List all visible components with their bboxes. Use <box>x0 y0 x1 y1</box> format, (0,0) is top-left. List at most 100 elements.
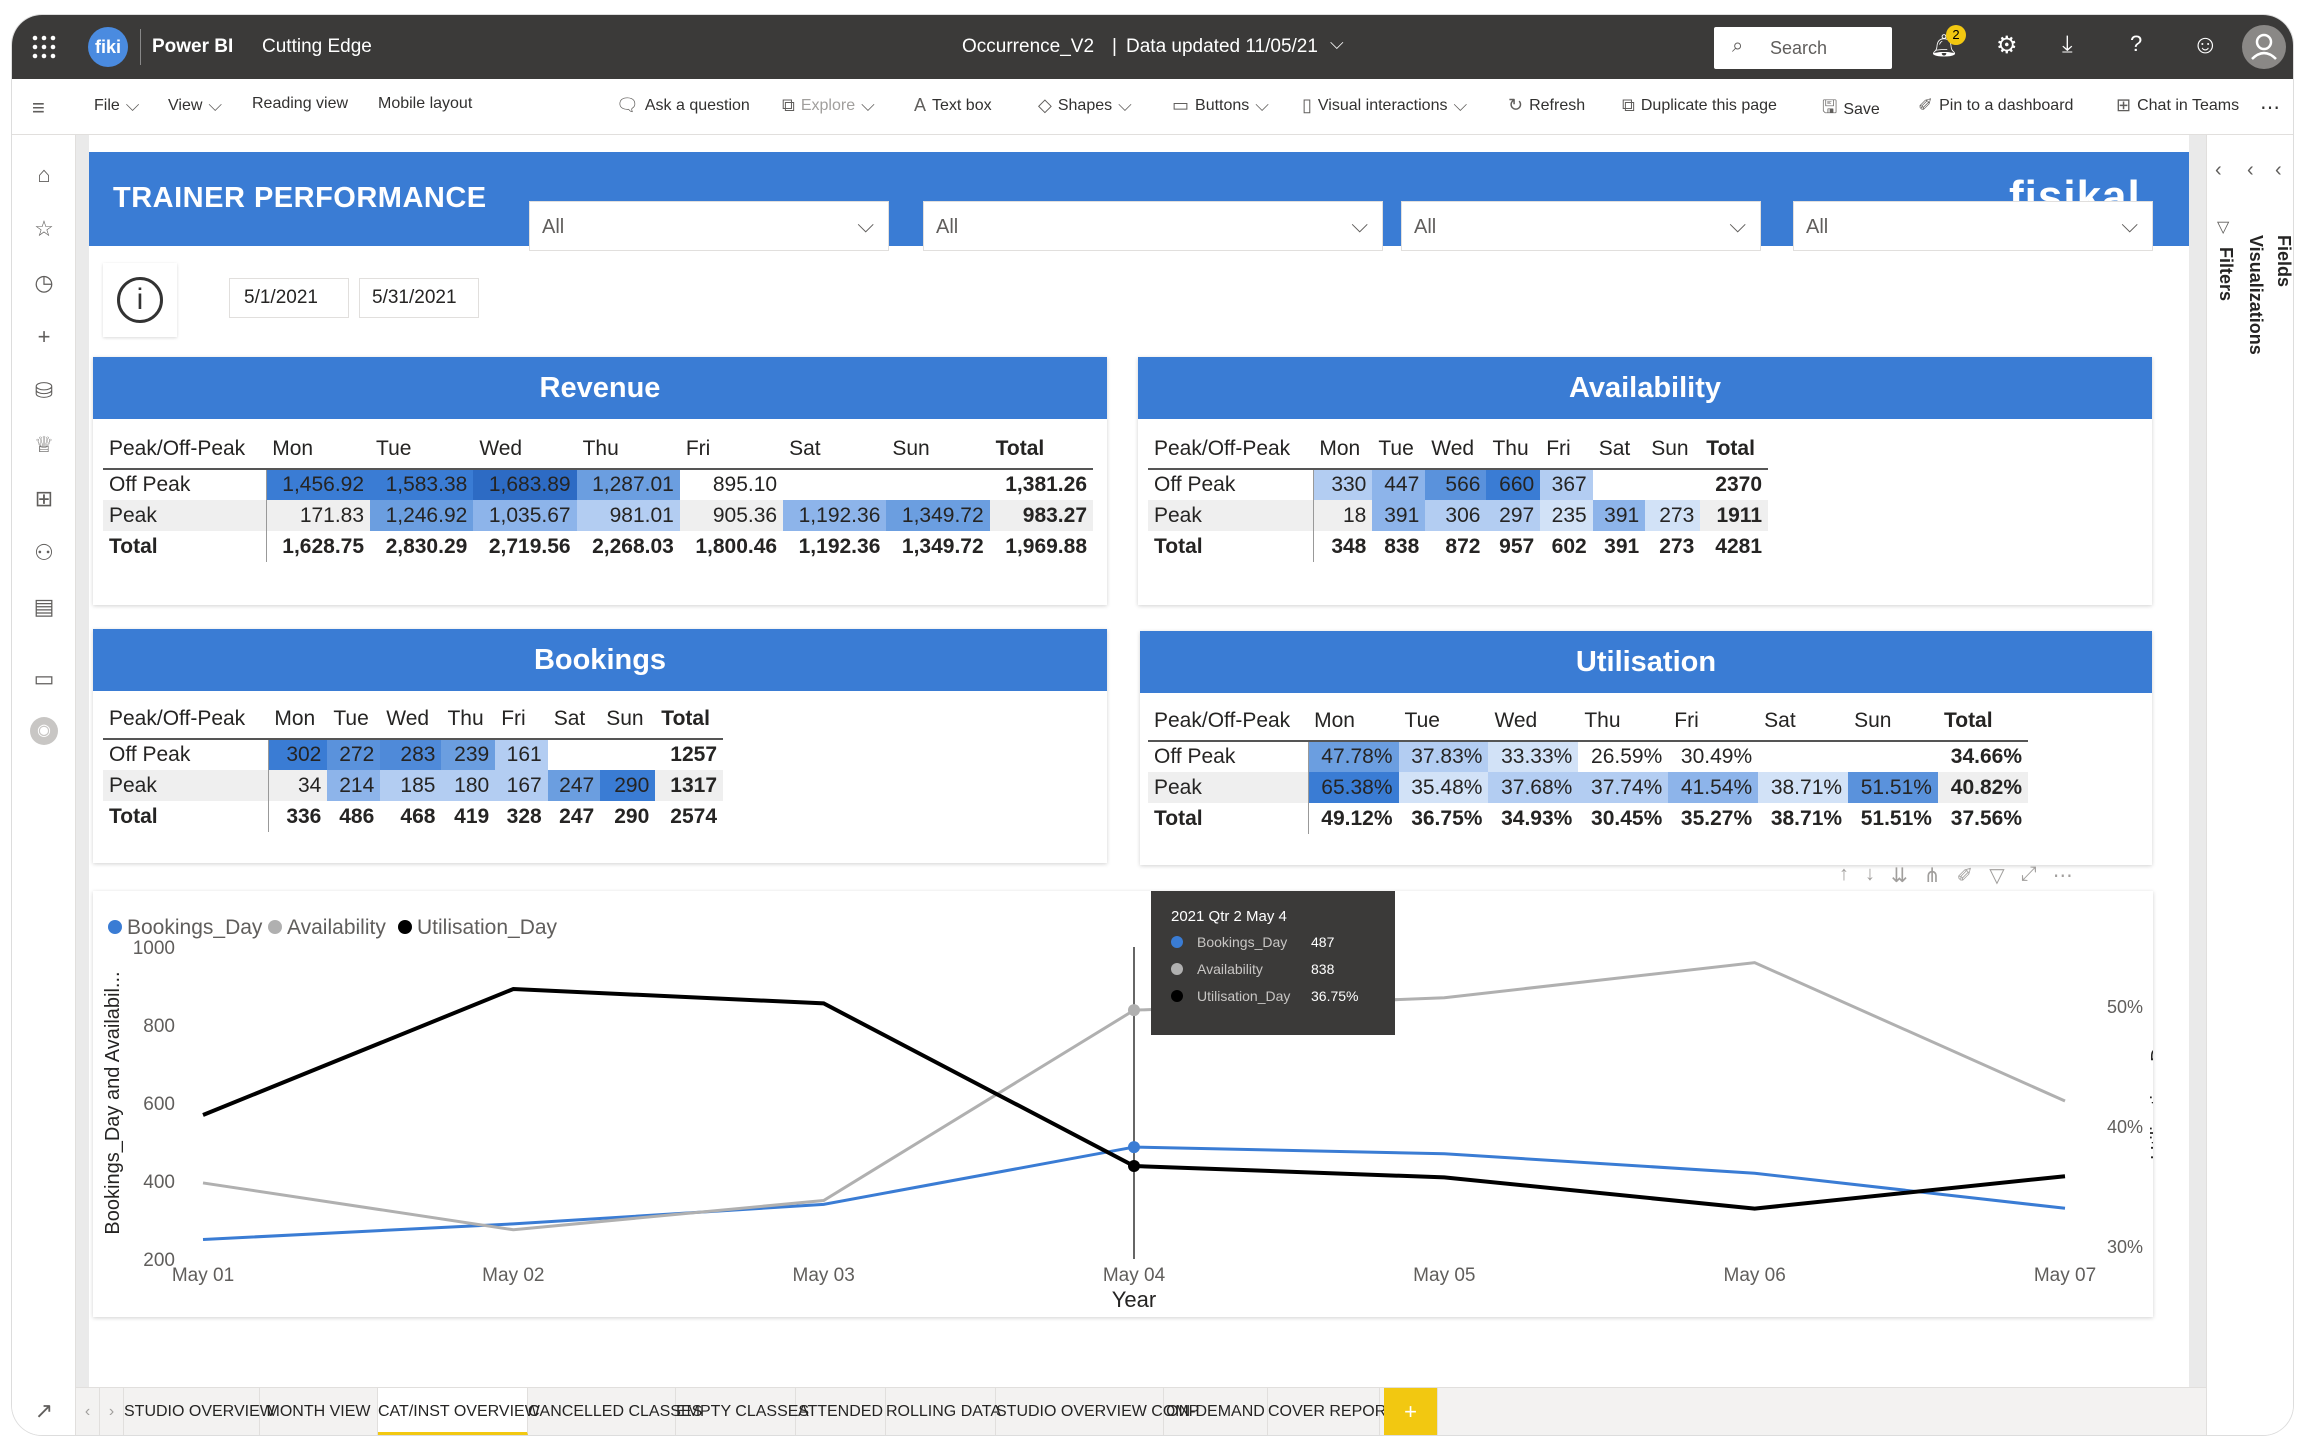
column-header[interactable]: Fri <box>1668 701 1759 742</box>
column-header[interactable]: Mon <box>266 429 371 470</box>
table-cell[interactable]: 1,246.92 <box>370 500 474 531</box>
table-cell[interactable]: 1,583.38 <box>370 469 474 500</box>
column-header[interactable]: Thu <box>1486 429 1541 470</box>
gear-icon[interactable]: ⚙ <box>1996 31 2018 60</box>
app-name[interactable]: Power BI <box>152 36 233 58</box>
search-box[interactable]: ⌕ Search <box>1714 27 1892 69</box>
table-cell[interactable] <box>1645 469 1700 500</box>
ask-question-button[interactable]: 🗨︎ Ask a question <box>616 95 750 116</box>
next-page-icon[interactable]: › <box>100 1388 124 1435</box>
table-cell[interactable]: 34 <box>268 770 328 801</box>
trophy-icon[interactable]: ♕ <box>30 431 58 459</box>
table-cell[interactable]: 161 <box>495 739 548 770</box>
table-cell[interactable]: 391 <box>1592 531 1646 562</box>
more-icon[interactable]: ⋯ <box>2260 95 2280 120</box>
table-cell[interactable]: 348 <box>1313 531 1373 562</box>
column-header[interactable]: Sun <box>600 699 656 740</box>
column-header[interactable]: Wed <box>1425 429 1487 470</box>
table-cell[interactable]: 185 <box>380 770 442 801</box>
date-from-input[interactable]: 5/1/2021 <box>229 278 349 318</box>
table-cell[interactable]: 1,628.75 <box>266 531 371 562</box>
column-header[interactable]: Thu <box>1578 701 1669 742</box>
table-cell[interactable]: 1,192.36 <box>783 500 887 531</box>
table-cell[interactable]: Off Peak <box>1148 741 1309 772</box>
column-header[interactable]: Sun <box>1848 701 1938 742</box>
slicer-dropdown-3[interactable]: All ⌵ <box>1401 201 1761 251</box>
utilisation-matrix[interactable]: Utilisation Peak/Off-Peak Mon Tue Wed Thu Fri… <box>1140 631 2152 865</box>
column-header[interactable]: Tue <box>327 699 381 740</box>
feedback-icon[interactable]: ☺ <box>2192 29 2219 60</box>
table-cell[interactable]: 1,349.72 <box>886 531 990 562</box>
filters-pane-label[interactable]: Filters <box>2215 247 2236 301</box>
table-cell[interactable]: Off Peak <box>103 739 269 770</box>
table-cell[interactable]: 838 <box>1372 531 1426 562</box>
column-header[interactable]: Tue <box>1398 701 1489 742</box>
table-cell[interactable] <box>548 739 601 770</box>
column-header[interactable]: Total <box>989 429 1093 470</box>
table-cell[interactable]: 1,800.46 <box>679 531 784 562</box>
table-cell[interactable]: Off Peak <box>1148 469 1314 500</box>
expand-all-icon[interactable]: ⇊ <box>1891 863 1908 891</box>
table-cell[interactable] <box>1758 741 1848 772</box>
more-options-icon[interactable]: ⋯ <box>2053 863 2073 891</box>
column-header[interactable]: Sat <box>1758 701 1849 742</box>
slicer-dropdown-1[interactable]: All ⌵ <box>529 201 889 251</box>
table-cell[interactable]: 33.33% <box>1488 741 1579 772</box>
focus-mode-icon[interactable]: ⤢ <box>2021 863 2037 891</box>
column-header[interactable]: Tue <box>1372 429 1426 470</box>
table-cell[interactable]: 37.74% <box>1578 772 1669 803</box>
fields-pane-label[interactable]: Fields <box>2273 235 2293 287</box>
column-header[interactable]: Wed <box>1488 701 1579 742</box>
table-cell[interactable]: 981.01 <box>576 500 680 531</box>
collapse-visualizations-icon[interactable]: ‹ <box>2247 159 2254 182</box>
home-icon[interactable]: ⌂ <box>30 161 58 189</box>
column-header[interactable]: Sat <box>783 429 887 470</box>
table-cell[interactable]: 302 <box>268 739 328 770</box>
table-cell[interactable]: 37.83% <box>1398 741 1489 772</box>
tab-empty-classes[interactable]: EMPTY CLASSES <box>676 1388 809 1435</box>
star-icon[interactable]: ☆ <box>30 215 58 243</box>
column-header[interactable]: Sun <box>886 429 990 470</box>
book-icon[interactable]: ▤ <box>30 593 58 621</box>
table-cell[interactable]: 1,683.89 <box>473 469 577 500</box>
column-header[interactable]: Peak/Off-Peak <box>1148 429 1314 470</box>
chat-in-teams-button[interactable]: ⊞ Chat in Teams <box>2116 95 2239 116</box>
app-launcher-icon[interactable] <box>30 33 58 61</box>
column-header[interactable]: Tue <box>370 429 474 470</box>
table-cell[interactable]: 895.10 <box>680 469 783 500</box>
duplicate-page-button[interactable]: ⧉ Duplicate this page <box>1622 95 1777 116</box>
table-cell[interactable]: 336 <box>268 801 328 832</box>
view-menu[interactable]: View ⌵ <box>168 95 222 116</box>
table-cell[interactable]: 30.49% <box>1668 741 1758 772</box>
table-cell[interactable]: 40.82% <box>1937 772 2028 803</box>
column-header[interactable]: Total <box>1700 429 1768 470</box>
workspace-name[interactable]: Cutting Edge <box>262 36 372 58</box>
table-cell[interactable]: 180 <box>441 770 496 801</box>
column-header[interactable]: Mon <box>268 699 328 740</box>
table-cell[interactable]: 468 <box>380 801 442 832</box>
table-cell[interactable]: 367 <box>1540 469 1593 500</box>
drill-down-icon[interactable]: ↓ <box>1865 863 1875 891</box>
hierarchy-icon[interactable]: ⋔ <box>1924 863 1941 891</box>
table-cell[interactable]: 983.27 <box>989 500 1093 531</box>
help-icon[interactable]: ? <box>2130 31 2142 57</box>
table-cell[interactable]: 419 <box>441 801 496 832</box>
table-cell[interactable]: 30.45% <box>1578 803 1669 834</box>
table-cell[interactable]: 171.83 <box>266 500 371 531</box>
prev-page-icon[interactable]: ‹ <box>76 1388 100 1435</box>
table-cell[interactable]: 486 <box>327 801 381 832</box>
collapse-filters-icon[interactable]: ‹ <box>2215 159 2222 182</box>
table-cell[interactable]: 872 <box>1425 531 1487 562</box>
slicer-dropdown-2[interactable]: All ⌵ <box>923 201 1383 251</box>
clock-icon[interactable]: ◷ <box>30 269 58 297</box>
tab-on-demand[interactable]: ON-DEMAND <box>1164 1388 1268 1435</box>
refresh-button[interactable]: ↻ Refresh <box>1508 95 1585 116</box>
table-cell[interactable]: 272 <box>327 739 381 770</box>
column-header[interactable]: Peak/Off-Peak <box>1148 701 1309 742</box>
column-header[interactable]: Total <box>655 699 723 740</box>
table-cell[interactable] <box>1593 469 1646 500</box>
table-cell[interactable]: Off Peak <box>103 469 267 500</box>
column-header[interactable]: Thu <box>576 429 680 470</box>
table-cell[interactable]: 34.93% <box>1488 803 1579 834</box>
table-cell[interactable]: 51.51% <box>1848 803 1938 834</box>
